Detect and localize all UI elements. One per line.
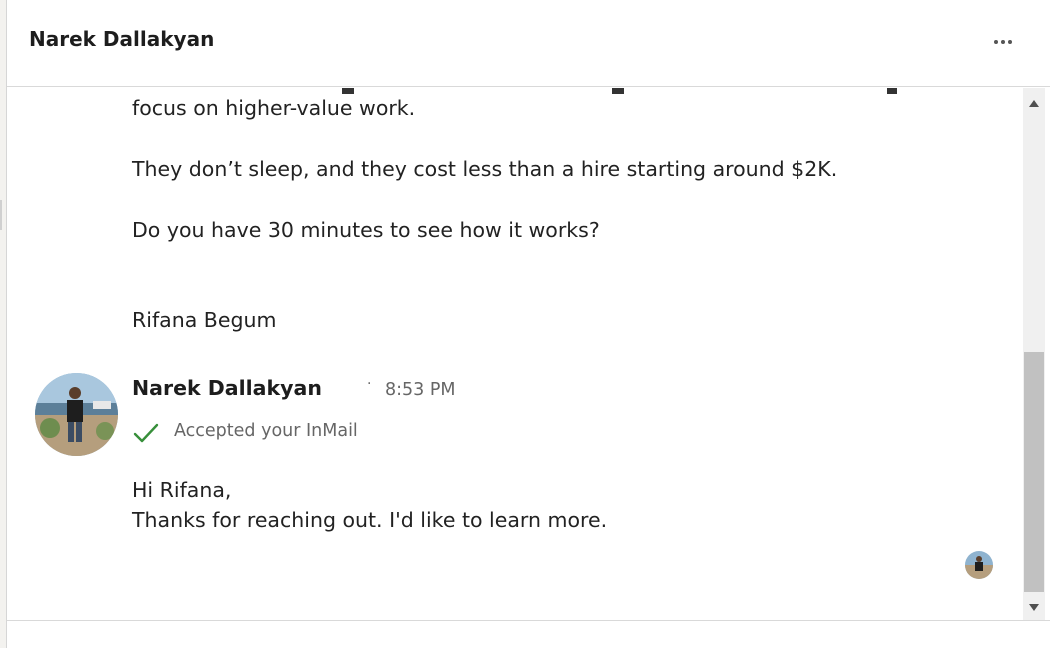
ellipsis-icon (993, 40, 1014, 44)
scroll-down-button[interactable] (1023, 596, 1045, 614)
read-receipt-avatar (965, 551, 993, 579)
conversation-title[interactable]: Narek Dallakyan (29, 27, 214, 51)
triangle-down-icon (1029, 596, 1039, 615)
more-options-button[interactable] (987, 28, 1019, 56)
reply-sender-name[interactable]: Narek Dallakyan (132, 376, 322, 400)
inmail-status: Accepted your InMail (174, 421, 358, 441)
message-signature: Rifana Begum (132, 308, 277, 332)
reply-line: Thanks for reaching out. I'd like to lea… (132, 508, 608, 532)
clipped-text-shapes (342, 88, 897, 94)
conversation-pane: Narek Dallakyan focus on higher-value wo… (6, 0, 1050, 648)
conversation-header: Narek Dallakyan (7, 0, 1050, 87)
separator-dot: · (367, 376, 372, 392)
scroll-thumb[interactable] (1024, 352, 1044, 592)
message-line: Do you have 30 minutes to see how it wor… (132, 218, 600, 242)
triangle-up-icon (1029, 92, 1039, 111)
message-list[interactable]: focus on higher-value work. They don’t s… (7, 88, 1050, 620)
reply-line: Hi Rifana, (132, 478, 232, 502)
message-line: focus on higher-value work. (132, 96, 416, 120)
vertical-scrollbar[interactable] (1023, 88, 1045, 620)
sender-avatar[interactable] (35, 373, 118, 456)
message-line: They don’t sleep, and they cost less tha… (132, 157, 838, 181)
composer-divider (7, 620, 1050, 621)
scroll-up-button[interactable] (1023, 92, 1045, 110)
message-timestamp: 8:53 PM (385, 380, 456, 400)
checkmark-icon (133, 423, 159, 445)
